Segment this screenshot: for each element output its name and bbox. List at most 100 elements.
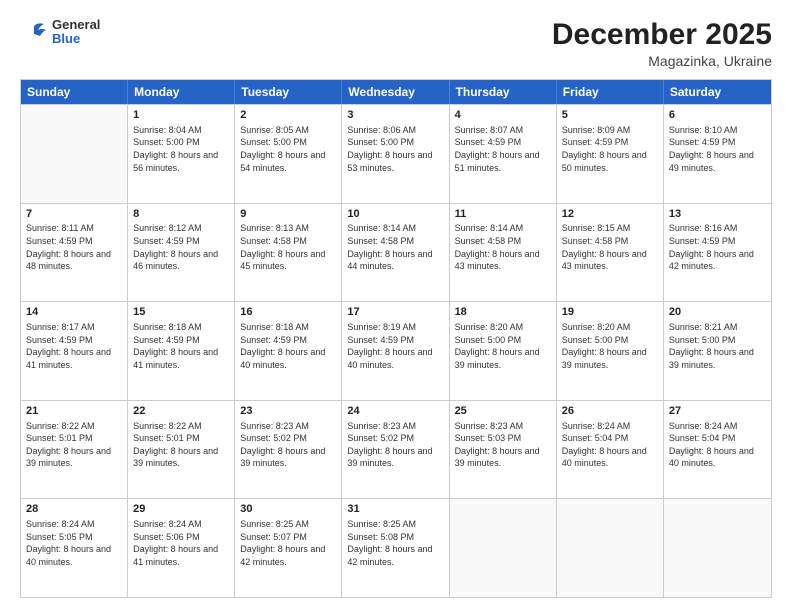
day-info: Sunrise: 8:24 AMSunset: 5:06 PMDaylight:…	[133, 518, 229, 568]
cal-week-4: 21 Sunrise: 8:22 AMSunset: 5:01 PMDaylig…	[21, 400, 771, 499]
day-number: 14	[26, 305, 122, 320]
logo: General Blue	[20, 18, 100, 47]
calendar-body: 1 Sunrise: 8:04 AMSunset: 5:00 PMDayligh…	[21, 104, 771, 597]
cal-cell-w4-d1: 21 Sunrise: 8:22 AMSunset: 5:01 PMDaylig…	[21, 401, 128, 499]
cal-cell-w1-d7: 6 Sunrise: 8:10 AMSunset: 4:59 PMDayligh…	[664, 105, 771, 203]
cal-header-sunday: Sunday	[21, 80, 128, 104]
day-info: Sunrise: 8:24 AMSunset: 5:04 PMDaylight:…	[669, 420, 766, 470]
cal-cell-w1-d1	[21, 105, 128, 203]
page: General Blue December 2025 Magazinka, Uk…	[0, 0, 792, 612]
day-info: Sunrise: 8:22 AMSunset: 5:01 PMDaylight:…	[26, 420, 122, 470]
cal-cell-w5-d3: 30 Sunrise: 8:25 AMSunset: 5:07 PMDaylig…	[235, 499, 342, 597]
cal-cell-w4-d5: 25 Sunrise: 8:23 AMSunset: 5:03 PMDaylig…	[450, 401, 557, 499]
cal-cell-w4-d4: 24 Sunrise: 8:23 AMSunset: 5:02 PMDaylig…	[342, 401, 449, 499]
day-number: 7	[26, 207, 122, 222]
day-number: 28	[26, 502, 122, 517]
day-number: 10	[347, 207, 443, 222]
day-number: 23	[240, 404, 336, 419]
day-number: 13	[669, 207, 766, 222]
cal-cell-w1-d3: 2 Sunrise: 8:05 AMSunset: 5:00 PMDayligh…	[235, 105, 342, 203]
calendar-header-row: SundayMondayTuesdayWednesdayThursdayFrid…	[21, 80, 771, 104]
day-info: Sunrise: 8:18 AMSunset: 4:59 PMDaylight:…	[133, 321, 229, 371]
cal-cell-w3-d1: 14 Sunrise: 8:17 AMSunset: 4:59 PMDaylig…	[21, 302, 128, 400]
cal-cell-w5-d1: 28 Sunrise: 8:24 AMSunset: 5:05 PMDaylig…	[21, 499, 128, 597]
cal-cell-w2-d7: 13 Sunrise: 8:16 AMSunset: 4:59 PMDaylig…	[664, 204, 771, 302]
day-info: Sunrise: 8:06 AMSunset: 5:00 PMDaylight:…	[347, 124, 443, 174]
day-info: Sunrise: 8:24 AMSunset: 5:04 PMDaylight:…	[562, 420, 658, 470]
day-number: 29	[133, 502, 229, 517]
day-info: Sunrise: 8:12 AMSunset: 4:59 PMDaylight:…	[133, 222, 229, 272]
day-info: Sunrise: 8:14 AMSunset: 4:58 PMDaylight:…	[455, 222, 551, 272]
day-number: 2	[240, 108, 336, 123]
cal-week-1: 1 Sunrise: 8:04 AMSunset: 5:00 PMDayligh…	[21, 104, 771, 203]
cal-cell-w3-d6: 19 Sunrise: 8:20 AMSunset: 5:00 PMDaylig…	[557, 302, 664, 400]
day-info: Sunrise: 8:16 AMSunset: 4:59 PMDaylight:…	[669, 222, 766, 272]
cal-cell-w1-d2: 1 Sunrise: 8:04 AMSunset: 5:00 PMDayligh…	[128, 105, 235, 203]
cal-cell-w3-d7: 20 Sunrise: 8:21 AMSunset: 5:00 PMDaylig…	[664, 302, 771, 400]
day-number: 18	[455, 305, 551, 320]
cal-cell-w4-d6: 26 Sunrise: 8:24 AMSunset: 5:04 PMDaylig…	[557, 401, 664, 499]
cal-header-saturday: Saturday	[664, 80, 771, 104]
day-number: 8	[133, 207, 229, 222]
cal-cell-w2-d6: 12 Sunrise: 8:15 AMSunset: 4:58 PMDaylig…	[557, 204, 664, 302]
cal-cell-w4-d7: 27 Sunrise: 8:24 AMSunset: 5:04 PMDaylig…	[664, 401, 771, 499]
cal-cell-w2-d4: 10 Sunrise: 8:14 AMSunset: 4:58 PMDaylig…	[342, 204, 449, 302]
day-number: 1	[133, 108, 229, 123]
logo-blue-text: Blue	[52, 32, 100, 46]
cal-header-wednesday: Wednesday	[342, 80, 449, 104]
cal-header-monday: Monday	[128, 80, 235, 104]
cal-cell-w5-d2: 29 Sunrise: 8:24 AMSunset: 5:06 PMDaylig…	[128, 499, 235, 597]
cal-header-thursday: Thursday	[450, 80, 557, 104]
day-info: Sunrise: 8:18 AMSunset: 4:59 PMDaylight:…	[240, 321, 336, 371]
day-info: Sunrise: 8:25 AMSunset: 5:08 PMDaylight:…	[347, 518, 443, 568]
cal-cell-w1-d4: 3 Sunrise: 8:06 AMSunset: 5:00 PMDayligh…	[342, 105, 449, 203]
day-info: Sunrise: 8:22 AMSunset: 5:01 PMDaylight:…	[133, 420, 229, 470]
day-info: Sunrise: 8:10 AMSunset: 4:59 PMDaylight:…	[669, 124, 766, 174]
calendar: SundayMondayTuesdayWednesdayThursdayFrid…	[20, 79, 772, 598]
day-number: 22	[133, 404, 229, 419]
day-number: 11	[455, 207, 551, 222]
cal-cell-w5-d7	[664, 499, 771, 597]
logo-general-text: General	[52, 18, 100, 32]
day-number: 16	[240, 305, 336, 320]
day-number: 26	[562, 404, 658, 419]
day-info: Sunrise: 8:19 AMSunset: 4:59 PMDaylight:…	[347, 321, 443, 371]
location: Magazinka, Ukraine	[552, 53, 772, 69]
day-number: 30	[240, 502, 336, 517]
cal-cell-w2-d1: 7 Sunrise: 8:11 AMSunset: 4:59 PMDayligh…	[21, 204, 128, 302]
month-title: December 2025	[552, 18, 772, 51]
day-number: 25	[455, 404, 551, 419]
day-number: 21	[26, 404, 122, 419]
cal-cell-w3-d3: 16 Sunrise: 8:18 AMSunset: 4:59 PMDaylig…	[235, 302, 342, 400]
title-area: December 2025 Magazinka, Ukraine	[552, 18, 772, 69]
day-number: 17	[347, 305, 443, 320]
logo-bird-icon	[20, 18, 48, 46]
cal-cell-w3-d5: 18 Sunrise: 8:20 AMSunset: 5:00 PMDaylig…	[450, 302, 557, 400]
day-number: 24	[347, 404, 443, 419]
day-number: 6	[669, 108, 766, 123]
day-info: Sunrise: 8:23 AMSunset: 5:02 PMDaylight:…	[347, 420, 443, 470]
cal-cell-w4-d3: 23 Sunrise: 8:23 AMSunset: 5:02 PMDaylig…	[235, 401, 342, 499]
day-info: Sunrise: 8:25 AMSunset: 5:07 PMDaylight:…	[240, 518, 336, 568]
day-info: Sunrise: 8:15 AMSunset: 4:58 PMDaylight:…	[562, 222, 658, 272]
cal-cell-w2-d5: 11 Sunrise: 8:14 AMSunset: 4:58 PMDaylig…	[450, 204, 557, 302]
day-info: Sunrise: 8:23 AMSunset: 5:02 PMDaylight:…	[240, 420, 336, 470]
day-info: Sunrise: 8:14 AMSunset: 4:58 PMDaylight:…	[347, 222, 443, 272]
day-info: Sunrise: 8:07 AMSunset: 4:59 PMDaylight:…	[455, 124, 551, 174]
day-info: Sunrise: 8:24 AMSunset: 5:05 PMDaylight:…	[26, 518, 122, 568]
cal-cell-w2-d2: 8 Sunrise: 8:12 AMSunset: 4:59 PMDayligh…	[128, 204, 235, 302]
day-info: Sunrise: 8:17 AMSunset: 4:59 PMDaylight:…	[26, 321, 122, 371]
cal-week-5: 28 Sunrise: 8:24 AMSunset: 5:05 PMDaylig…	[21, 498, 771, 597]
day-number: 15	[133, 305, 229, 320]
day-number: 3	[347, 108, 443, 123]
day-info: Sunrise: 8:09 AMSunset: 4:59 PMDaylight:…	[562, 124, 658, 174]
cal-cell-w5-d5	[450, 499, 557, 597]
day-number: 5	[562, 108, 658, 123]
day-info: Sunrise: 8:05 AMSunset: 5:00 PMDaylight:…	[240, 124, 336, 174]
day-number: 12	[562, 207, 658, 222]
cal-cell-w3-d2: 15 Sunrise: 8:18 AMSunset: 4:59 PMDaylig…	[128, 302, 235, 400]
cal-cell-w1-d5: 4 Sunrise: 8:07 AMSunset: 4:59 PMDayligh…	[450, 105, 557, 203]
day-number: 27	[669, 404, 766, 419]
day-info: Sunrise: 8:04 AMSunset: 5:00 PMDaylight:…	[133, 124, 229, 174]
cal-header-tuesday: Tuesday	[235, 80, 342, 104]
